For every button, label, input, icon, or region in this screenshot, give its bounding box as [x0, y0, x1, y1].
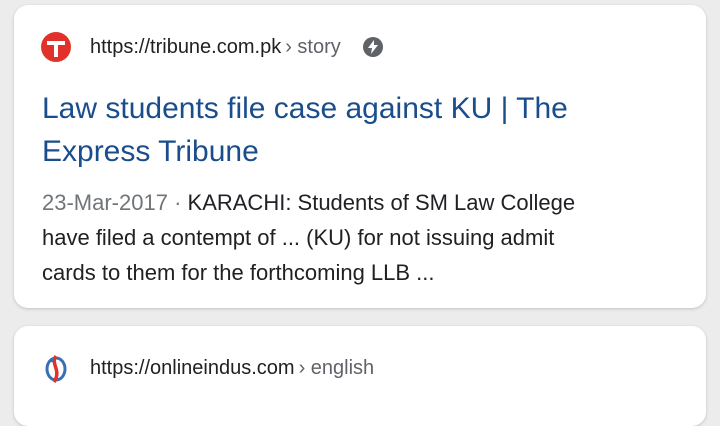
result-url-path: › english	[298, 356, 375, 379]
amp-bolt-icon	[362, 37, 383, 57]
snippet-line: cards to them for the forthcoming LLB ..…	[42, 260, 435, 285]
snippet-line: 23-Mar-2017 · KARACHI: Students of SM La…	[42, 185, 682, 220]
result-url-path: › story	[285, 35, 341, 58]
result-snippet: 23-Mar-2017 · KARACHI: Students of SM La…	[42, 185, 682, 290]
search-result-card: https://tribune.com.pk › story Law stude…	[14, 5, 706, 308]
onlineindus-logo-icon	[40, 352, 72, 384]
result-url-host: https://onlineindus.com	[90, 356, 295, 379]
date-separator: ·	[167, 190, 188, 215]
result-title-line: Law students file case against KU | The	[42, 92, 568, 125]
snippet-text: KARACHI: Students of SM Law College	[187, 190, 576, 215]
result-date: 23-Mar-2017	[42, 190, 168, 215]
result-url-host: https://tribune.com.pk	[90, 35, 282, 58]
result-source[interactable]: https://tribune.com.pk › story	[40, 31, 383, 63]
tribune-logo-icon	[40, 31, 72, 63]
snippet-line: have filed a contempt of ... (KU) for no…	[42, 225, 555, 250]
result-title-link[interactable]: Law students file case against KU | The …	[42, 87, 682, 173]
search-result-card: https://onlineindus.com › english	[14, 326, 706, 426]
result-source[interactable]: https://onlineindus.com › english	[40, 352, 374, 384]
result-title-line: Express Tribune	[42, 135, 259, 168]
